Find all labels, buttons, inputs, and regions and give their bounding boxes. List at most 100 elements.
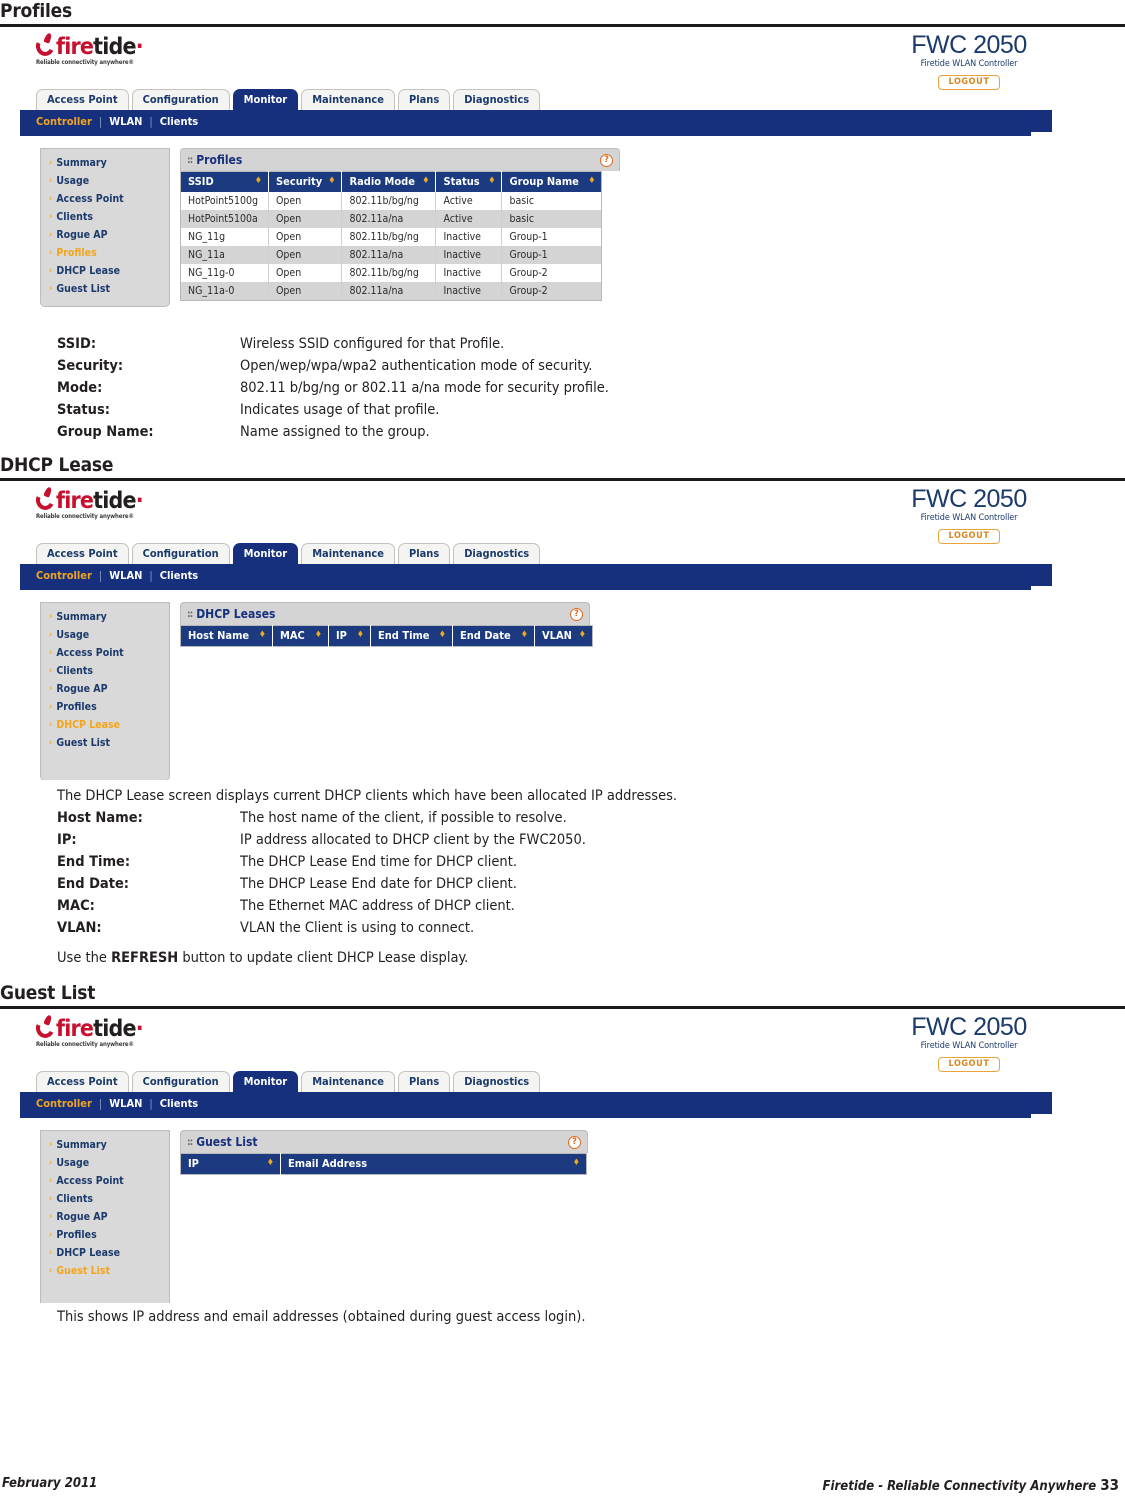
firetide-logo: fire tide · Reliable connectivity anywhere… [33,1014,196,1048]
sidebar-item-dhcp-lease[interactable]: › DHCP Lease [41,262,169,280]
breadcrumb-wlan[interactable]: WLAN [109,569,149,582]
table-row[interactable]: HotPoint5100a Open 802.11a/na Active basic [180,210,602,228]
sidebar-item-clients[interactable]: › Clients [41,662,169,680]
column-header-radio-mode[interactable]: Radio Mode ♦ [341,171,437,192]
breadcrumb-controller[interactable]: Controller [36,115,99,128]
sidebar-item-profiles[interactable]: › Profiles [41,698,169,716]
definition-term: Mode: [57,380,103,396]
page-title-profiles: Profiles [0,0,73,22]
cell-status: Inactive [435,282,503,301]
help-icon[interactable]: ? [600,153,613,167]
tab-diagnostics[interactable]: Diagnostics [453,543,541,564]
tab-plans[interactable]: Plans [397,543,451,564]
column-header-ip[interactable]: IP ♦ [328,625,371,647]
breadcrumb-clients[interactable]: Clients [160,569,198,582]
tab-plans[interactable]: Plans [397,89,451,110]
column-header-email-address[interactable]: Email Address ♦ [280,1153,587,1175]
tab-configuration[interactable]: Configuration [131,89,230,110]
product-model: FWC 2050 [911,1013,1027,1041]
breadcrumb-controller[interactable]: Controller [36,1097,99,1110]
sidebar-item-usage[interactable]: › Usage [41,626,169,644]
sidebar-item-access-point[interactable]: › Access Point [41,190,169,208]
product-model: FWC 2050 [911,31,1027,59]
sidebar-item-summary[interactable]: › Summary [41,1136,169,1154]
sidebar-item-rogue-ap[interactable]: › Rogue AP [41,1208,169,1226]
sidebar-item-clients[interactable]: › Clients [41,208,169,226]
sidebar-item-summary[interactable]: › Summary [41,154,169,172]
breadcrumb-controller[interactable]: Controller [36,569,99,582]
table-row[interactable]: NG_11a Open 802.11a/na Inactive Group-1 [180,246,602,264]
sidebar-item-guest-list[interactable]: › Guest List [41,280,169,298]
table-row[interactable]: NG_11g-0 Open 802.11b/bg/ng Inactive Group-2 [180,264,602,282]
help-icon[interactable]: ? [568,1135,581,1149]
cell-radio-mode: 802.11b/bg/ng [341,192,437,210]
tab-access-point[interactable]: Access Point [36,89,129,110]
brand-bar: fire tide · Reliable connectivity anywhere… [20,1013,1052,1072]
help-icon[interactable]: ? [570,607,583,621]
column-header-status[interactable]: Status ♦ [435,171,503,192]
breadcrumb-separator: | [98,114,103,128]
sidebar-item-usage[interactable]: › Usage [41,1154,169,1172]
column-header-host-name[interactable]: Host Name ♦ [180,625,273,647]
cell-security: Open [268,192,343,210]
chevron-right-icon: › [49,266,53,276]
column-header-mac[interactable]: MAC ♦ [272,625,329,647]
sidebar-item-dhcp-lease[interactable]: › DHCP Lease [41,1244,169,1262]
cell-group-name: Group-2 [501,282,602,301]
sidebar-item-rogue-ap[interactable]: › Rogue AP [41,680,169,698]
sidebar-item-clients[interactable]: › Clients [41,1190,169,1208]
grip-icon[interactable]: :: [187,1137,193,1148]
sidebar-nav: › Summary › Usage › Access Point › Clients ›… [40,1130,170,1303]
sidebar-item-profiles[interactable]: › Profiles [41,1226,169,1244]
table-row[interactable]: NG_11a-0 Open 802.11a/na Inactive Group-2 [180,282,602,301]
tab-configuration[interactable]: Configuration [131,1071,230,1092]
sidebar-item-rogue-ap[interactable]: › Rogue AP [41,226,169,244]
chevron-right-icon: › [49,630,53,640]
grip-icon[interactable]: :: [187,609,193,620]
column-header-group-name[interactable]: Group Name ♦ [501,171,602,192]
tab-diagnostics[interactable]: Diagnostics [453,1071,541,1092]
column-header-end-date[interactable]: End Date ♦ [452,625,535,647]
definition-row: Status: Indicates usage of that profile. [0,402,1125,418]
sidebar-item-usage[interactable]: › Usage [41,172,169,190]
sidebar-item-summary[interactable]: › Summary [41,608,169,626]
sort-icon: ♦ [578,630,586,640]
sidebar-item-label: Summary [56,1139,107,1151]
column-header-ip[interactable]: IP ♦ [180,1153,281,1175]
tab-access-point[interactable]: Access Point [36,543,129,564]
table-row[interactable]: NG_11g Open 802.11b/bg/ng Inactive Group-1 [180,228,602,246]
tab-plans[interactable]: Plans [397,1071,451,1092]
breadcrumb-wlan[interactable]: WLAN [109,1097,149,1110]
flame-icon [33,486,57,513]
tab-maintenance[interactable]: Maintenance [301,89,395,110]
breadcrumb-wlan[interactable]: WLAN [109,115,149,128]
column-header-end-time[interactable]: End Time ♦ [370,625,453,647]
tab-monitor[interactable]: Monitor [232,89,299,110]
breadcrumb-clients[interactable]: Clients [160,115,198,128]
tab-monitor[interactable]: Monitor [232,1071,299,1092]
logo-tagline: Reliable connectivity anywhere® [36,513,134,520]
sidebar-nav: › Summary › Usage › Access Point › Clients ›… [40,602,170,780]
tab-configuration[interactable]: Configuration [131,543,230,564]
chevron-right-icon: › [49,212,53,222]
sidebar-item-label: Clients [56,665,94,677]
sidebar-item-dhcp-lease[interactable]: › DHCP Lease [41,716,169,734]
column-header-vlan[interactable]: VLAN ♦ [534,625,593,647]
tab-access-point[interactable]: Access Point [36,1071,129,1092]
sidebar-item-profiles[interactable]: › Profiles [41,244,169,262]
sidebar-item-guest-list[interactable]: › Guest List [41,734,169,752]
tab-diagnostics[interactable]: Diagnostics [453,89,541,110]
column-header-ssid[interactable]: SSID ♦ [180,171,269,192]
grip-icon[interactable]: :: [187,155,193,166]
sidebar-item-guest-list[interactable]: › Guest List [41,1262,169,1280]
tab-monitor[interactable]: Monitor [232,543,299,564]
tab-maintenance[interactable]: Maintenance [301,1071,395,1092]
sidebar-item-access-point[interactable]: › Access Point [41,1172,169,1190]
table-row[interactable]: HotPoint5100g Open 802.11b/bg/ng Active basi… [180,192,602,210]
column-header-security[interactable]: Security ♦ [268,171,343,192]
flame-icon [33,1014,57,1041]
breadcrumb-clients[interactable]: Clients [160,1097,198,1110]
tab-maintenance[interactable]: Maintenance [301,543,395,564]
definition-row: Mode: 802.11 b/bg/ng or 802.11 a/na mode … [0,380,1125,396]
sidebar-item-access-point[interactable]: › Access Point [41,644,169,662]
